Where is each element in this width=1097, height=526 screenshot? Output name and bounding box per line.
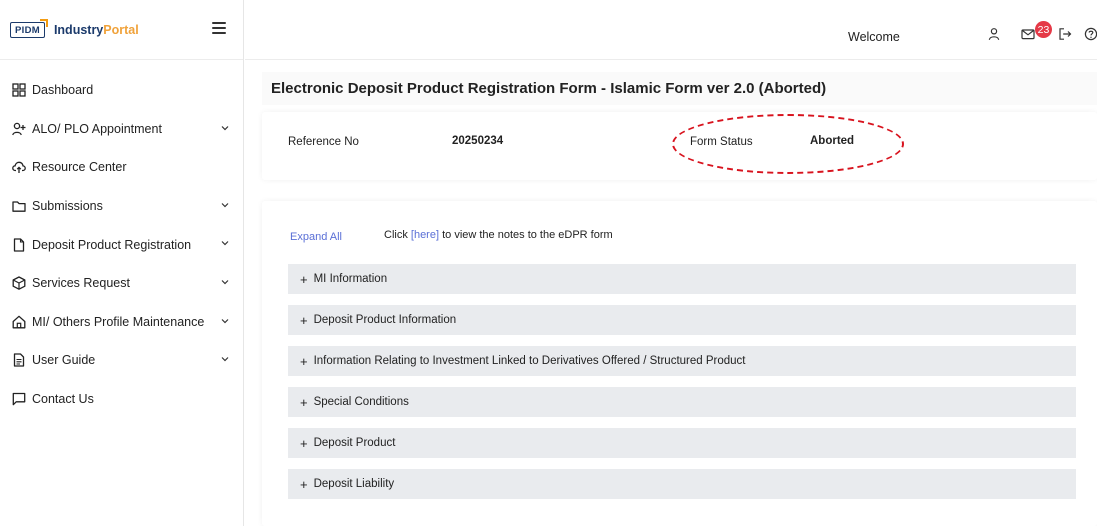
sidebar-item-label: Deposit Product Registration — [32, 237, 192, 252]
plus-icon: + — [300, 394, 308, 410]
plus-icon: + — [300, 476, 308, 492]
notification-badge[interactable]: 23 — [1035, 21, 1052, 38]
chevron-down-icon[interactable] — [221, 317, 229, 325]
form-card: Expand All Click [here] to view the note… — [262, 201, 1097, 526]
sidebar-menu: Dashboard ALO/ PLO Appointment Resource … — [0, 71, 243, 418]
accordion-label: Information Relating to Investment Linke… — [313, 355, 746, 367]
hamburger-menu-icon[interactable] — [212, 22, 226, 34]
sidebar-item-label: Services Request — [32, 276, 130, 291]
chevron-down-icon[interactable] — [221, 278, 229, 286]
brand-name: IndustryPortal — [54, 23, 139, 37]
brand-name-part2: Portal — [103, 22, 139, 37]
pidm-logo-mark: PIDM — [10, 18, 48, 38]
home-icon — [12, 315, 26, 329]
document-icon — [12, 238, 26, 252]
brand-header: PIDM IndustryPortal — [0, 0, 243, 60]
sidebar-item-label: MI/ Others Profile Maintenance — [32, 314, 205, 329]
chevron-down-icon[interactable] — [221, 355, 229, 363]
accordion-label: Deposit Product Information — [313, 314, 457, 326]
mail-icon[interactable] — [1021, 27, 1035, 41]
plus-icon: + — [300, 312, 308, 328]
top-bar: Welcome 23 — [245, 0, 1097, 60]
plus-icon: + — [300, 435, 308, 451]
sidebar-item-contact-us[interactable]: Contact Us — [0, 380, 243, 419]
accordion-investment-linked-derivatives[interactable]: + Information Relating to Investment Link… — [288, 346, 1076, 376]
sidebar-item-dashboard[interactable]: Dashboard — [0, 71, 243, 110]
sidebar-item-services-request[interactable]: Services Request — [0, 264, 243, 303]
expand-all-link[interactable]: Expand All — [290, 231, 342, 243]
accordion-label: MI Information — [313, 273, 388, 285]
cloud-upload-icon — [12, 160, 26, 174]
brand-name-part1: Industry — [53, 22, 104, 37]
user-add-icon — [12, 122, 26, 136]
accordion-deposit-liability[interactable]: + Deposit Liability — [288, 469, 1076, 499]
note-prefix: Click — [384, 229, 411, 241]
sidebar-item-label: Contact Us — [32, 392, 94, 407]
logout-icon[interactable] — [1058, 27, 1072, 41]
accordion-label: Deposit Liability — [313, 478, 395, 490]
status-highlight-ellipse — [672, 114, 904, 174]
sidebar-item-label: Resource Center — [32, 160, 127, 175]
pidm-logo[interactable]: PIDM IndustryPortal — [10, 18, 139, 38]
plus-icon: + — [300, 271, 308, 287]
sidebar-item-profile-maintenance[interactable]: MI/ Others Profile Maintenance — [0, 303, 243, 342]
sidebar-item-deposit-product-registration[interactable]: Deposit Product Registration — [0, 225, 243, 264]
accordion-special-conditions[interactable]: + Special Conditions — [288, 387, 1076, 417]
page-title-bar: Electronic Deposit Product Registration … — [262, 72, 1097, 105]
dashboard-grid-icon — [12, 83, 26, 97]
plus-icon: + — [300, 353, 308, 369]
chevron-down-icon[interactable] — [221, 201, 229, 209]
welcome-text: Welcome — [848, 30, 900, 44]
accordion-deposit-product[interactable]: + Deposit Product — [288, 428, 1076, 458]
sidebar-item-resource-center[interactable]: Resource Center — [0, 148, 243, 187]
sidebar-item-submissions[interactable]: Submissions — [0, 187, 243, 226]
accordion-label: Deposit Product — [313, 437, 396, 449]
reference-no-value: 20250234 — [452, 135, 504, 147]
accordion-label: Special Conditions — [313, 396, 409, 408]
sidebar-item-label: ALO/ PLO Appointment — [32, 121, 162, 136]
guide-document-icon — [12, 353, 26, 368]
sidebar-item-label: User Guide — [32, 353, 96, 368]
package-icon — [12, 276, 26, 291]
sidebar-item-label: Submissions — [32, 199, 103, 214]
notes-instruction: Click [here] to view the notes to the eD… — [384, 229, 613, 241]
note-suffix: to view the notes to the eDPR form — [439, 229, 613, 241]
user-icon[interactable] — [987, 27, 1001, 41]
sidebar-item-user-guide[interactable]: User Guide — [0, 341, 243, 380]
page-title: Electronic Deposit Product Registration … — [271, 80, 827, 97]
reference-no-label: Reference No — [288, 136, 359, 148]
notes-here-link[interactable]: [here] — [411, 229, 439, 241]
chevron-down-icon[interactable] — [221, 124, 229, 132]
message-icon — [12, 392, 26, 406]
folder-icon — [12, 199, 26, 213]
sidebar: PIDM IndustryPortal Dashboard ALO/ PLO A… — [0, 0, 244, 526]
sidebar-item-alo-plo-appointment[interactable]: ALO/ PLO Appointment — [0, 110, 243, 149]
accordion-deposit-product-information[interactable]: + Deposit Product Information — [288, 305, 1076, 335]
sidebar-item-label: Dashboard — [32, 83, 94, 98]
accordion-mi-information[interactable]: + MI Information — [288, 264, 1076, 294]
chevron-down-icon[interactable] — [221, 239, 229, 247]
reference-card: Reference No 20250234 Form Status Aborte… — [262, 112, 1097, 180]
help-icon[interactable] — [1084, 27, 1097, 41]
